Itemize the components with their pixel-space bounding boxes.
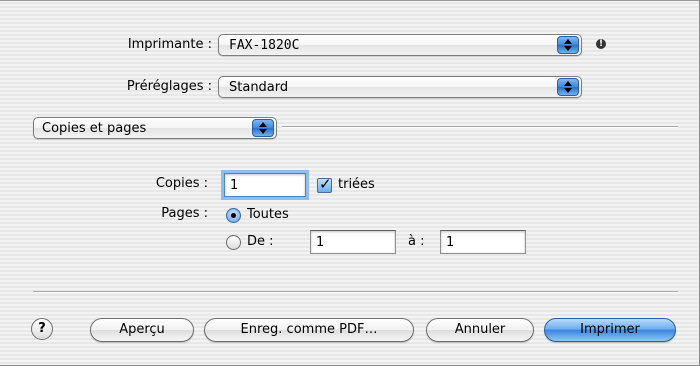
copies-value: 1 xyxy=(230,178,239,193)
pages-to-value: 1 xyxy=(446,235,455,250)
warning-icon: ! xyxy=(596,39,606,49)
cancel-button[interactable]: Annuler xyxy=(426,318,534,342)
presets-label: Préréglages : xyxy=(126,79,212,94)
pages-all-label: Toutes xyxy=(247,207,289,222)
pages-range-label: De : xyxy=(247,234,274,249)
pages-label: Pages : xyxy=(161,206,208,221)
printer-popup-arrows-icon xyxy=(557,36,579,54)
pane-selector-value: Copies et pages xyxy=(42,121,147,136)
preview-button[interactable]: Aperçu xyxy=(90,318,194,342)
window-top-border xyxy=(0,0,700,1)
pages-from-input[interactable]: 1 xyxy=(310,230,396,254)
help-button[interactable]: ? xyxy=(31,318,53,340)
pages-all-radio[interactable] xyxy=(226,208,241,223)
bottom-divider xyxy=(33,291,678,293)
copies-label: Copies : xyxy=(155,176,208,191)
pages-from-value: 1 xyxy=(316,235,325,250)
radio-selected-dot-icon xyxy=(231,213,236,218)
printer-label: Imprimante : xyxy=(127,37,212,52)
presets-popup-arrows-icon xyxy=(557,78,579,96)
pages-to-input[interactable]: 1 xyxy=(440,230,526,254)
print-button[interactable]: Imprimer xyxy=(544,318,676,342)
printer-value: FAX-1820C xyxy=(229,38,300,53)
presets-value: Standard xyxy=(229,80,289,95)
collated-checkbox[interactable]: ✓ xyxy=(317,175,332,193)
checkmark-icon: ✓ xyxy=(319,175,332,193)
pane-selector-popup[interactable]: Copies et pages xyxy=(33,117,277,139)
pane-selector-arrows-icon xyxy=(252,119,274,137)
pages-range-radio[interactable] xyxy=(226,235,241,250)
collated-label: triées xyxy=(338,177,375,192)
printer-popup[interactable]: FAX-1820C xyxy=(218,34,582,56)
pane-divider xyxy=(282,126,678,128)
pages-to-label: à : xyxy=(408,234,425,249)
presets-popup[interactable]: Standard xyxy=(218,76,582,98)
save-as-pdf-button[interactable]: Enreg. comme PDF… xyxy=(204,318,414,342)
copies-input[interactable]: 1 xyxy=(224,173,306,197)
